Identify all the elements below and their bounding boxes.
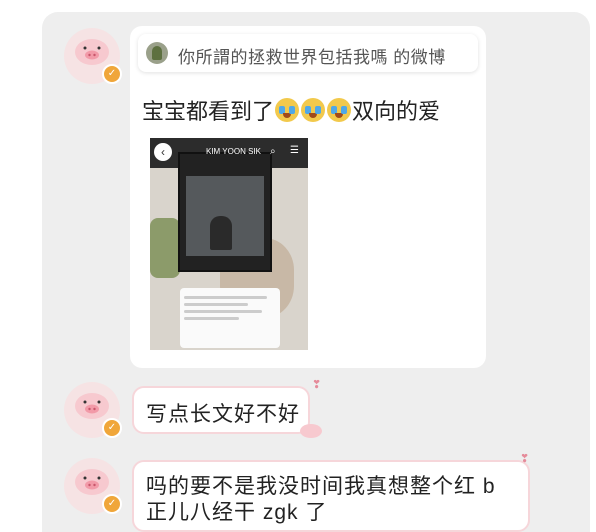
message-text-line-2: 正儿八经干 zgk 了: [146, 501, 328, 524]
crying-face-icon: [275, 98, 300, 122]
thumbnail-inner-phone: [178, 152, 272, 272]
thumbnail-text-box: [180, 288, 280, 348]
crying-face-icon: [301, 98, 326, 122]
post-text-after: 双向的爱: [352, 99, 441, 124]
verified-badge-icon: ✓: [102, 64, 122, 84]
message-text: 写点长文好不好: [146, 403, 300, 426]
weibo-source-title: 你所謂的拯救世界包括我嗎 的微博: [178, 48, 446, 67]
message-text-line-1: 吗的要不是我没时间我真想整个红 b: [146, 475, 496, 498]
post-screenshot-thumbnail[interactable]: ‹ KIM YOON SIK ⌕ ☰: [150, 138, 308, 350]
verified-badge-icon: ✓: [102, 494, 122, 514]
pig-sticker-icon: [300, 424, 322, 438]
menu-icon: ☰: [290, 145, 299, 156]
post-text: 宝宝都看到了 双向的爱: [142, 94, 440, 126]
shared-weibo-card[interactable]: 你所謂的拯救世界包括我嗎 的微博 宝宝都看到了 双向的爱 ‹ KIM YOON …: [130, 26, 486, 368]
weibo-user-avatar: [146, 42, 168, 64]
crying-face-icon: [327, 98, 352, 122]
verified-badge-icon: ✓: [102, 418, 122, 438]
sparkle-icon: ❣: [520, 453, 530, 465]
card-header[interactable]: 你所謂的拯救世界包括我嗎 的微博: [138, 34, 478, 72]
message-bubble[interactable]: 写点长文好不好: [132, 386, 310, 434]
back-arrow-icon: ‹: [154, 143, 172, 161]
search-icon: ⌕: [270, 146, 276, 157]
thumbnail-title: KIM YOON SIK: [206, 147, 261, 156]
thumbnail-plant: [150, 218, 180, 278]
message-bubble[interactable]: 吗的要不是我没时间我真想整个红 b 正儿八经干 zgk 了: [132, 460, 530, 532]
post-text-before: 宝宝都看到了: [142, 99, 275, 124]
sparkle-icon: ❣: [312, 379, 322, 391]
